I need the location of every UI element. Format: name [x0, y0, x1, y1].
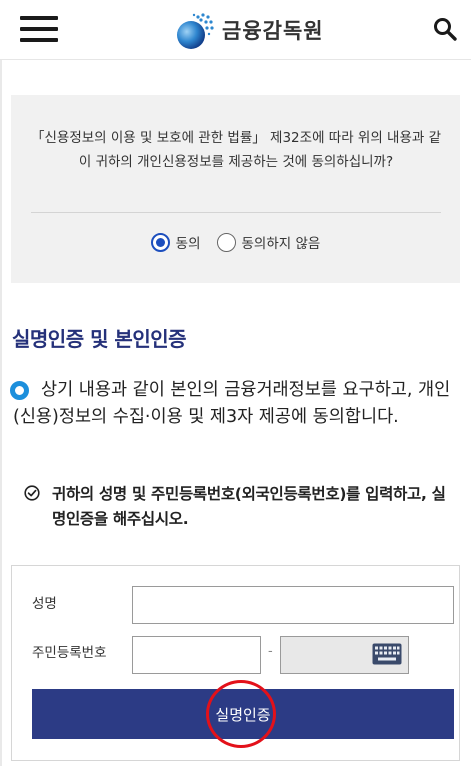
radio-disagree-circle[interactable]	[216, 232, 236, 252]
consent-radio-group: 동의 동의하지 않음	[11, 229, 460, 255]
keyboard-icon[interactable]	[372, 643, 402, 665]
logo-globe-icon	[177, 13, 214, 49]
hamburger-menu-icon[interactable]	[20, 16, 58, 42]
page-edge	[0, 60, 2, 766]
logo-text: 금융감독원	[222, 19, 324, 43]
check-circle-icon	[24, 485, 40, 501]
radio-disagree-label: 동의하지 않음	[241, 236, 321, 252]
real-name-verify-button[interactable]: 실명인증	[32, 689, 454, 739]
identity-form: 성명 주민등록번호 - 실명인증	[11, 565, 460, 761]
name-label: 성명	[32, 596, 57, 612]
rrn-separator: -	[268, 644, 273, 659]
radio-agree-circle[interactable]	[150, 232, 170, 252]
search-icon[interactable]	[432, 16, 458, 42]
radio-agree[interactable]: 동의	[150, 232, 201, 252]
radio-agree-label: 동의	[175, 236, 201, 252]
rrn-label: 주민등록번호	[32, 645, 107, 661]
top-header: 금융감독원	[0, 0, 471, 60]
radio-disagree[interactable]: 동의하지 않음	[216, 232, 321, 252]
divider	[31, 212, 441, 213]
consent-box: 「신용정보의 이용 및 보호에 관한 법률」 제32조에 따라 위의 내용과 같…	[11, 95, 460, 283]
site-logo[interactable]: 금융감독원	[172, 8, 324, 52]
consent-question: 「신용정보의 이용 및 보호에 관한 법률」 제32조에 따라 위의 내용과 같…	[31, 130, 442, 170]
rrn-front-input[interactable]	[132, 636, 261, 674]
section-title: 실명인증 및 본인인증	[12, 327, 187, 351]
agreement-text: 상기 내용과 같이 본인의 금융거래정보를 요구하고, 개인(신용)정보의 수집…	[13, 380, 451, 427]
instruction-text: 귀하의 성명 및 주민등록번호(외국인등록번호)를 입력하고, 실명인증을 해주…	[52, 485, 446, 528]
name-input[interactable]	[132, 586, 454, 624]
